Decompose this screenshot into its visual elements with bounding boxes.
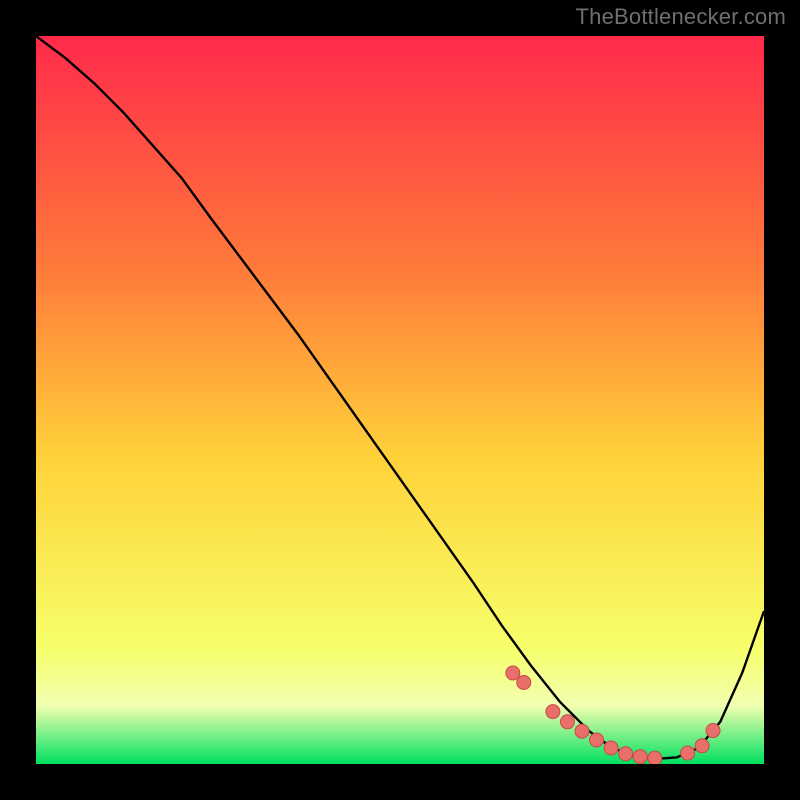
highlight-dot	[590, 733, 604, 747]
highlight-dot	[633, 750, 647, 764]
plot-area	[36, 36, 764, 764]
highlight-dot	[695, 739, 709, 753]
chart-svg	[36, 36, 764, 764]
highlight-dot	[546, 705, 560, 719]
highlight-dot	[648, 751, 662, 764]
attribution-text: TheBottlenecker.com	[576, 4, 786, 30]
highlight-dot	[619, 747, 633, 761]
gradient-background	[36, 36, 764, 764]
highlight-dot	[575, 724, 589, 738]
highlight-dot	[681, 746, 695, 760]
highlight-dot	[506, 666, 520, 680]
highlight-dot	[706, 724, 720, 738]
highlight-dot	[604, 741, 618, 755]
highlight-dot	[560, 715, 574, 729]
chart-frame: TheBottlenecker.com	[0, 0, 800, 800]
highlight-dot	[517, 675, 531, 689]
